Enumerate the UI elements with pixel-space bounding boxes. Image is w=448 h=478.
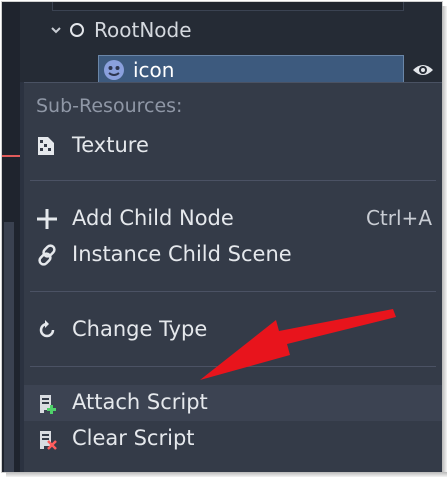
sprite-face-icon: [104, 60, 124, 80]
script-add-icon: [40, 395, 56, 414]
context-menu: Sub-Resources: Texture Add Child Node Ct…: [24, 82, 442, 472]
frame-shadow-right: [442, 6, 447, 476]
tree-node-icon-label: icon: [133, 58, 175, 82]
menu-item-change-type[interactable]: Change Type: [24, 312, 442, 348]
visibility-eye-icon[interactable]: [412, 62, 434, 78]
script-remove-icon: [40, 431, 57, 450]
tree-node-root-label: RootNode: [94, 18, 192, 42]
menu-item-add-child-node[interactable]: Add Child Node Ctrl+A: [24, 201, 442, 237]
menu-item-label: Texture: [72, 133, 149, 157]
menu-item-clear-script[interactable]: Clear Script: [24, 421, 442, 457]
left-scrollbar[interactable]: [4, 222, 14, 472]
menu-item-label: Attach Script: [72, 390, 208, 414]
texture-icon: [38, 137, 54, 155]
menu-item-label: Change Type: [72, 317, 208, 341]
sub-resources-heading: Sub-Resources:: [36, 95, 183, 117]
editor-window: RootNode icon Sub-Resources: Texture Add…: [1, 1, 443, 473]
frame-shadow-bottom: [6, 472, 447, 477]
node-circle-icon: [70, 23, 84, 37]
menu-item-label: Instance Child Scene: [72, 242, 292, 266]
menu-item-label: Clear Script: [72, 426, 195, 450]
plus-icon: [37, 209, 57, 229]
menu-separator: [30, 291, 436, 292]
menu-item-label: Add Child Node: [72, 206, 234, 230]
chevron-down-icon[interactable]: [50, 24, 62, 36]
timeline-marker: [2, 155, 20, 157]
left-panel-strip: [2, 2, 20, 472]
menu-separator: [30, 366, 436, 367]
tree-node-root[interactable]: RootNode: [50, 16, 192, 44]
tree-node-icon-selected[interactable]: icon: [98, 55, 404, 85]
shortcut-label: Ctrl+A: [365, 206, 432, 230]
link-icon: [38, 244, 56, 266]
menu-separator: [30, 180, 436, 181]
reload-icon: [39, 320, 55, 338]
menu-item-attach-script[interactable]: Attach Script: [24, 385, 442, 421]
menu-item-texture[interactable]: Texture: [24, 128, 442, 164]
tree-header-edge: [52, 2, 404, 11]
scene-tree-panel: RootNode icon: [20, 2, 442, 85]
menu-item-instance-child-scene[interactable]: Instance Child Scene: [24, 237, 442, 273]
